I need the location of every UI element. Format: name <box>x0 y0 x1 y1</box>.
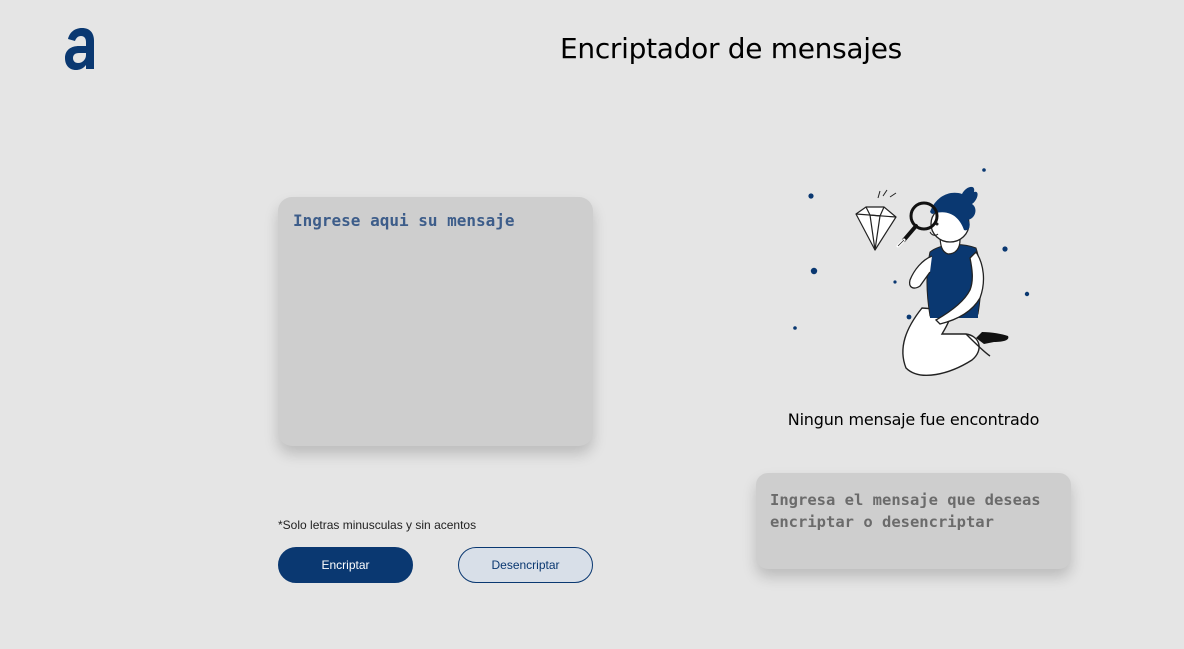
page-title: Encriptador de mensajes <box>560 32 902 65</box>
decrypt-button-label: Desencriptar <box>491 558 560 572</box>
decrypt-button[interactable]: Desencriptar <box>458 547 593 583</box>
input-hint: *Solo letras minusculas y sin acentos <box>278 518 477 532</box>
message-input[interactable] <box>278 197 593 446</box>
alura-logo-icon[interactable] <box>62 26 100 72</box>
encrypt-button[interactable]: Encriptar <box>278 547 413 583</box>
empty-state-title: Ningun mensaje fue encontrado <box>787 410 1040 429</box>
app-page: Encriptador de mensajes *Solo letras min… <box>0 0 1184 649</box>
empty-state-text: Ingresa el mensaje que deseas encriptar … <box>770 491 1041 531</box>
output-panel: Ingresa el mensaje que deseas encriptar … <box>756 473 1071 569</box>
search-person-diamond-illustration <box>793 168 1030 376</box>
encrypt-button-label: Encriptar <box>321 558 370 572</box>
